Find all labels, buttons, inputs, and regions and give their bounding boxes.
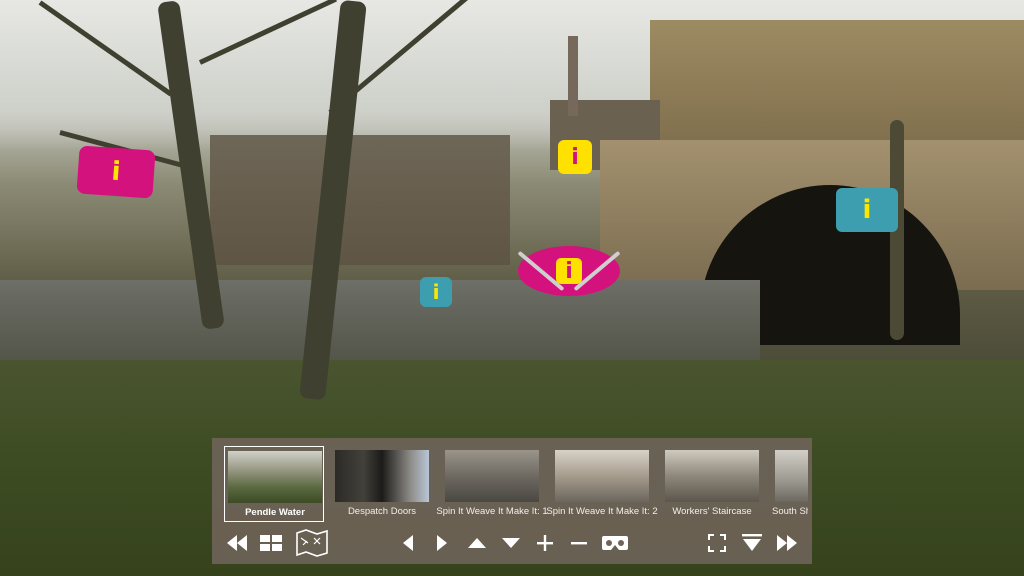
- map-icon: [296, 529, 328, 557]
- rewind-icon: [227, 535, 247, 551]
- fullscreen-button[interactable]: [706, 532, 728, 554]
- hide-bar-icon: [742, 534, 762, 551]
- plus-icon: [537, 535, 553, 551]
- mill-building: [650, 20, 1024, 160]
- info-icon: i: [862, 195, 872, 225]
- arrow-up-icon: [468, 538, 486, 548]
- info-hotspot-building[interactable]: i: [558, 140, 592, 174]
- pan-left-button[interactable]: [398, 532, 418, 554]
- info-badge: i: [556, 258, 582, 284]
- thumbnail-image: [228, 451, 322, 503]
- fast-forward-icon: [777, 535, 797, 551]
- pan-down-button[interactable]: [500, 532, 522, 554]
- info-icon: i: [432, 280, 440, 304]
- arrow-right-icon: [437, 535, 447, 551]
- thumbnail-label: South Sh: [772, 506, 808, 517]
- thumbnail-label: Spin It Weave It Make It: 2: [546, 506, 658, 517]
- vr-headset-icon: [602, 536, 628, 550]
- info-hotspot-active[interactable]: i: [517, 246, 621, 296]
- info-icon: i: [571, 144, 579, 170]
- thumbnail-label: Pendle Water: [245, 507, 305, 518]
- info-hotspot-left[interactable]: i: [76, 145, 156, 199]
- thumbnail-label: Spin It Weave It Make It: 1: [436, 506, 548, 517]
- vr-button[interactable]: [600, 532, 630, 554]
- tour-control-bar: Pendle Water Despatch Doors Spin It Weav…: [212, 438, 812, 564]
- thumbnail-image: [555, 450, 649, 502]
- thumbnail-spin-it-1[interactable]: Spin It Weave It Make It: 1: [436, 446, 548, 522]
- arrow-down-icon: [502, 538, 520, 548]
- thumbnail-south-sh[interactable]: South Sh: [772, 446, 808, 522]
- thumbnail-strip[interactable]: Pendle Water Despatch Doors Spin It Weav…: [222, 446, 808, 524]
- pan-up-button[interactable]: [466, 532, 488, 554]
- thumbnail-label: Despatch Doors: [347, 506, 417, 517]
- hide-bar-button[interactable]: [740, 532, 764, 554]
- thumbnail-label: Workers' Staircase: [672, 506, 752, 517]
- rewind-button[interactable]: [224, 532, 250, 554]
- thumbnail-workers-staircase[interactable]: Workers' Staircase: [662, 446, 762, 522]
- thumbnail-image: [775, 450, 808, 502]
- info-icon: i: [110, 156, 122, 188]
- grid-icon: [260, 535, 282, 551]
- thumbnail-image: [335, 450, 429, 502]
- chimney: [568, 36, 578, 116]
- map-button[interactable]: [294, 528, 330, 558]
- grid-button[interactable]: [258, 532, 284, 554]
- zoom-out-button[interactable]: [568, 532, 590, 554]
- info-icon: i: [565, 258, 573, 284]
- fast-forward-button[interactable]: [774, 532, 800, 554]
- minus-icon: [571, 542, 587, 545]
- thumbnail-image: [445, 450, 539, 502]
- zoom-in-button[interactable]: [534, 532, 556, 554]
- pan-right-button[interactable]: [432, 532, 452, 554]
- thumbnail-image: [665, 450, 759, 502]
- info-hotspot-river[interactable]: i: [420, 277, 452, 307]
- thumbnail-despatch-doors[interactable]: Despatch Doors: [332, 446, 432, 522]
- arrow-left-icon: [403, 535, 413, 551]
- thumbnail-pendle-water[interactable]: Pendle Water: [224, 446, 324, 522]
- info-hotspot-bridge[interactable]: i: [836, 188, 898, 232]
- stone-cottages: [210, 135, 510, 265]
- fullscreen-icon: [708, 534, 726, 552]
- thumbnail-spin-it-2[interactable]: Spin It Weave It Make It: 2: [546, 446, 658, 522]
